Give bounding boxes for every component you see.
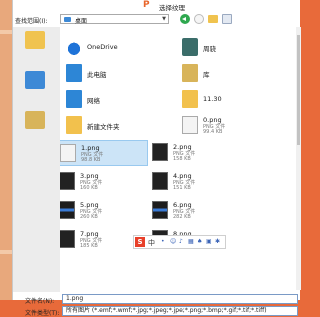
list-item[interactable]: 2.png PNG 文件 158 KB — [152, 140, 270, 166]
item-name: 11.30 — [203, 95, 222, 103]
look-in-row: 查找范围(I): 桌面 ▼ — [13, 13, 300, 26]
network-icon — [66, 90, 82, 108]
list-item[interactable]: 4.png PNG 文件 151 KB — [152, 169, 270, 195]
list-item[interactable]: 新建文件夹 — [66, 113, 184, 139]
list-item[interactable]: 此电脑 — [66, 61, 184, 87]
item-size: 160 KB — [80, 185, 98, 191]
ime-language[interactable]: 中 — [148, 238, 155, 248]
list-item-selected[interactable]: 1.png PNG 文件 98.8 KB — [60, 140, 148, 166]
up-one-level-button[interactable] — [194, 14, 204, 24]
item-size: 151 KB — [173, 185, 191, 191]
places-library-icon[interactable] — [25, 111, 45, 129]
microphone-icon[interactable]: ♪ — [179, 239, 185, 245]
image-thumbnail-icon — [152, 201, 168, 219]
chevron-down-icon: ▼ — [162, 16, 166, 22]
skin-icon[interactable]: ♠ — [197, 239, 203, 245]
onedrive-icon — [66, 38, 82, 56]
look-in-label: 查找范围(I): — [15, 18, 48, 25]
view-menu-button[interactable] — [222, 14, 232, 24]
look-in-dropdown[interactable]: 桌面 ▼ — [60, 14, 169, 25]
list-item[interactable]: OneDrive — [66, 35, 184, 61]
sogou-logo-icon: S — [135, 237, 145, 247]
places-desktop-icon[interactable] — [25, 71, 45, 89]
file-list: OneDrive 周骁 此电脑 库 网络 11.30 新建文件夹 0.png P… — [60, 27, 301, 290]
title-bar: P 选择纹理 — [13, 0, 300, 12]
file-open-dialog: P 选择纹理 查找范围(I): 桌面 ▼ OneDrive 周骁 此电脑 库 网… — [12, 0, 301, 317]
file-name-label: 文件名(N): — [25, 298, 55, 305]
keyboard-icon[interactable]: ▦ — [188, 239, 194, 245]
emoji-icon[interactable]: ☺ — [170, 239, 176, 245]
image-thumbnail-icon — [152, 172, 168, 190]
places-bar — [13, 27, 60, 292]
background-app-panel — [0, 0, 12, 300]
item-size: 185 KB — [80, 243, 98, 249]
image-thumbnail-icon — [60, 144, 76, 162]
user-folder-icon — [182, 38, 198, 56]
ime-toolbar[interactable]: S 中 • ☺ ♪ ▦ ♠ ▣ ✱ — [133, 235, 226, 249]
image-thumbnail-icon — [60, 230, 75, 248]
desktop-folder-icon — [64, 17, 71, 22]
back-button[interactable] — [180, 14, 190, 24]
item-name: 周骁 — [203, 45, 216, 53]
places-quick-access-icon[interactable] — [25, 31, 45, 49]
image-thumbnail-icon — [60, 172, 75, 190]
app-logo-icon: P — [143, 0, 150, 10]
look-in-value: 桌面 — [75, 18, 88, 25]
item-name: OneDrive — [87, 43, 118, 51]
file-type-label: 文件类型(T): — [25, 310, 60, 317]
vertical-scrollbar[interactable] — [296, 27, 301, 290]
file-name-input[interactable]: 1.png — [62, 294, 298, 304]
list-item[interactable]: 周骁 — [182, 35, 300, 61]
image-thumbnail-icon — [182, 116, 198, 134]
background-stripe — [0, 30, 12, 34]
new-folder-button[interactable] — [208, 15, 218, 23]
image-thumbnail-icon — [152, 143, 168, 161]
item-size: 158 KB — [173, 156, 191, 162]
item-size: 99.4 KB — [203, 129, 223, 135]
folder-icon — [182, 90, 198, 108]
background-stripe — [0, 250, 12, 254]
item-name: 网络 — [87, 97, 100, 105]
list-item[interactable]: 库 — [182, 61, 300, 87]
this-pc-icon — [66, 64, 82, 82]
dialog-title: 选择纹理 — [159, 4, 185, 12]
toolbox-icon[interactable]: ▣ — [206, 239, 212, 245]
list-item[interactable]: 0.png PNG 文件 99.4 KB — [182, 113, 300, 139]
item-name: 库 — [203, 71, 210, 79]
file-type-dropdown[interactable]: 所有图片 (*.emf;*.wmf;*.jpg;*.jpeg;*.jpe;*.p… — [62, 306, 298, 316]
item-name: 此电脑 — [87, 71, 107, 79]
item-size: 260 KB — [80, 214, 98, 220]
list-item[interactable]: 网络 — [66, 87, 184, 113]
file-type-row: 文件类型(T): 所有图片 (*.emf;*.wmf;*.jpg;*.jpeg;… — [13, 305, 300, 317]
settings-icon[interactable]: ✱ — [215, 239, 221, 245]
library-icon — [182, 64, 198, 82]
folder-icon — [66, 116, 82, 134]
item-size: 282 KB — [173, 214, 191, 220]
image-thumbnail-icon — [60, 201, 75, 219]
scrollbar-thumb[interactable] — [297, 35, 300, 145]
item-size: 98.8 KB — [81, 157, 101, 163]
item-name: 新建文件夹 — [87, 123, 120, 131]
list-item[interactable]: 6.png PNG 文件 282 KB — [152, 198, 270, 224]
punctuation-icon[interactable]: • — [161, 239, 167, 245]
list-item[interactable]: 11.30 — [182, 87, 300, 113]
file-name-row: 文件名(N): 1.png — [13, 293, 300, 305]
